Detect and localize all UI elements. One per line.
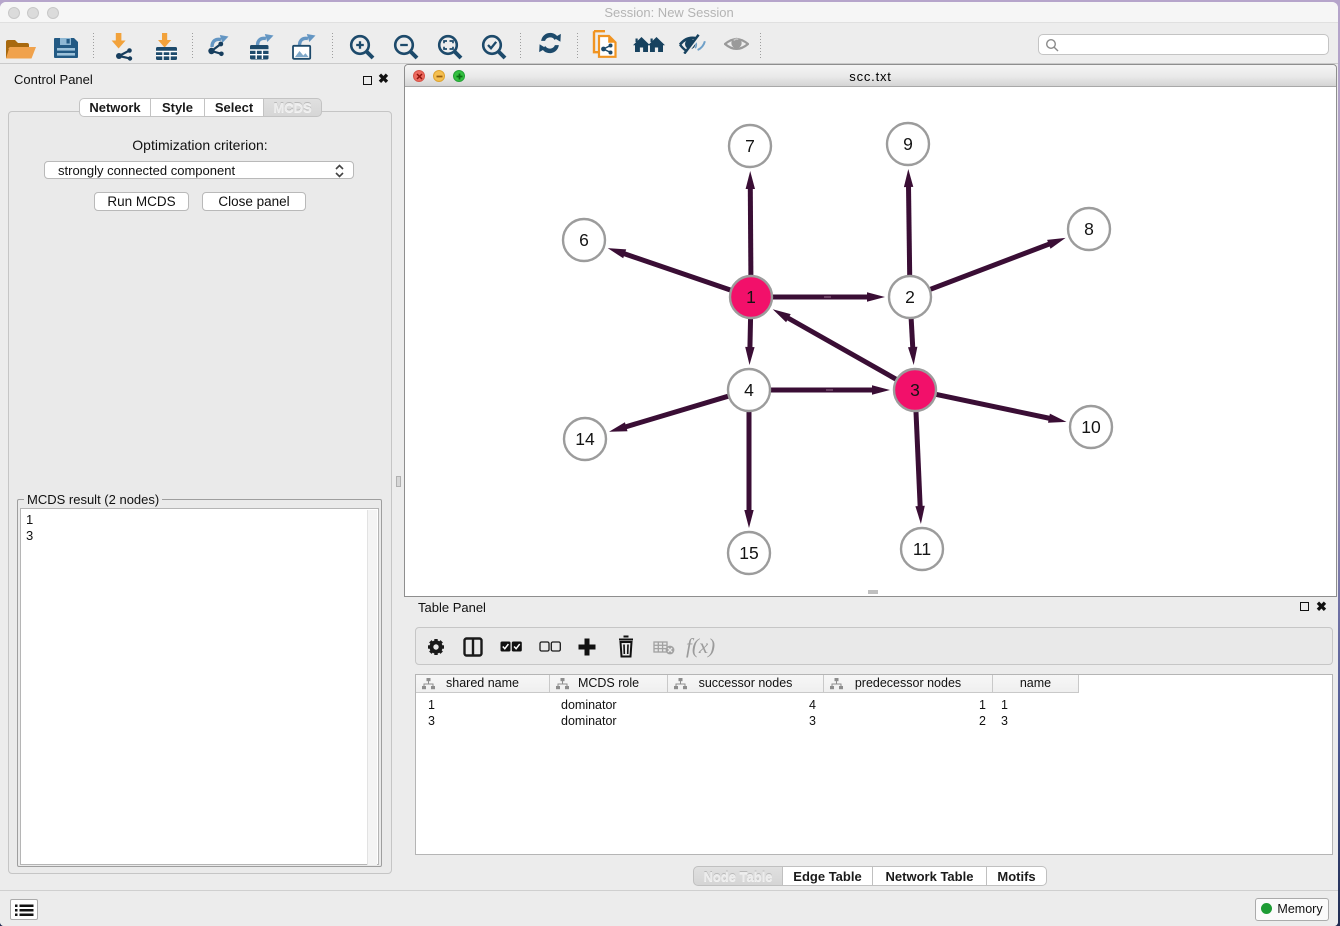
svg-text:2: 2	[905, 287, 915, 307]
svg-text:11: 11	[913, 539, 931, 559]
svg-text:15: 15	[739, 543, 758, 563]
svg-text:8: 8	[1084, 219, 1094, 239]
svg-text:9: 9	[903, 134, 913, 154]
svg-text:10: 10	[1081, 417, 1101, 437]
svg-text:4: 4	[744, 380, 754, 400]
svg-text:1: 1	[746, 287, 756, 307]
svg-text:6: 6	[579, 230, 589, 250]
svg-text:3: 3	[910, 380, 920, 400]
svg-text:14: 14	[575, 429, 595, 449]
svg-text:7: 7	[745, 136, 755, 156]
